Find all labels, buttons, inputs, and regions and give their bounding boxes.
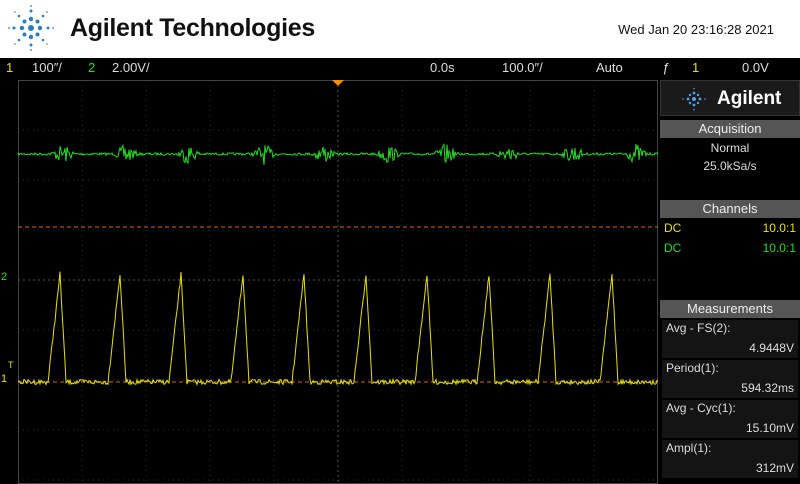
time-offset[interactable]: 0.0s <box>430 60 455 75</box>
ch2-scale[interactable]: 2.00V/ <box>112 60 150 75</box>
trigger-level-marker[interactable]: T <box>8 360 14 370</box>
measurement-label: Avg - Cyc(1): <box>666 401 736 415</box>
datetime-label: Wed Jan 20 23:16:28 2021 <box>618 22 774 37</box>
status-bar: 1 100″/ 2 2.00V/ 0.0s 100.0″/ Auto ƒ 1 0… <box>0 58 800 78</box>
measurement-value: 594.32ms <box>741 381 794 395</box>
info-panel: Agilent Acquisition Normal 25.0kSa/s Cha… <box>660 80 800 484</box>
trigger-source[interactable]: 1 <box>692 60 699 75</box>
measurement-label: Avg - FS(2): <box>666 321 731 335</box>
agilent-small-logo-icon <box>682 87 706 111</box>
ch1-scale[interactable]: 100″/ <box>32 60 62 75</box>
measurements-header[interactable]: Measurements <box>660 300 800 318</box>
channel-probe: 10.0:1 <box>762 241 796 255</box>
acquisition-header[interactable]: Acquisition <box>660 120 800 138</box>
ch1-number[interactable]: 1 <box>6 60 13 75</box>
panel-brand-label: Agilent <box>717 88 782 109</box>
brand-title: Agilent Technologies <box>70 14 315 42</box>
agilent-logo-icon <box>8 5 54 51</box>
channel-row-1: DC 10.0:1 <box>664 221 796 235</box>
measurement-value: 312mV <box>755 461 794 475</box>
ch2-number[interactable]: 2 <box>88 60 95 75</box>
measurement-label: Ampl(1): <box>666 441 712 455</box>
title-bar: Agilent Technologies Wed Jan 20 23:16:28… <box>0 0 800 58</box>
ch1-ground-marker[interactable]: 1 <box>1 373 7 385</box>
acquisition-mode: Normal <box>710 141 750 155</box>
trigger-level[interactable]: 0.0V <box>742 60 769 75</box>
channel-row-2: DC 10.0:1 <box>664 241 796 255</box>
trigger-edge-icon: ƒ <box>662 60 670 75</box>
time-scale[interactable]: 100.0″/ <box>502 60 543 75</box>
channel-coupling: DC <box>664 241 682 255</box>
channels-header[interactable]: Channels <box>660 200 800 218</box>
trigger-mode[interactable]: Auto <box>596 60 623 75</box>
measurement-value: 4.9448V <box>749 341 794 355</box>
acquisition-rate: 25.0kSa/s <box>703 159 757 173</box>
measurement-label: Period(1): <box>666 361 719 375</box>
ch2-ground-marker[interactable]: 2 <box>1 271 7 283</box>
panel-brand: Agilent <box>660 80 800 116</box>
channel-coupling: DC <box>664 221 682 235</box>
channel-probe: 10.0:1 <box>762 221 796 235</box>
channel-markers: 2 1 T <box>0 80 18 484</box>
measurement-value: 15.10mV <box>745 421 794 435</box>
waveform-display[interactable] <box>18 80 658 484</box>
acquisition-body: Normal 25.0kSa/s <box>660 139 800 175</box>
